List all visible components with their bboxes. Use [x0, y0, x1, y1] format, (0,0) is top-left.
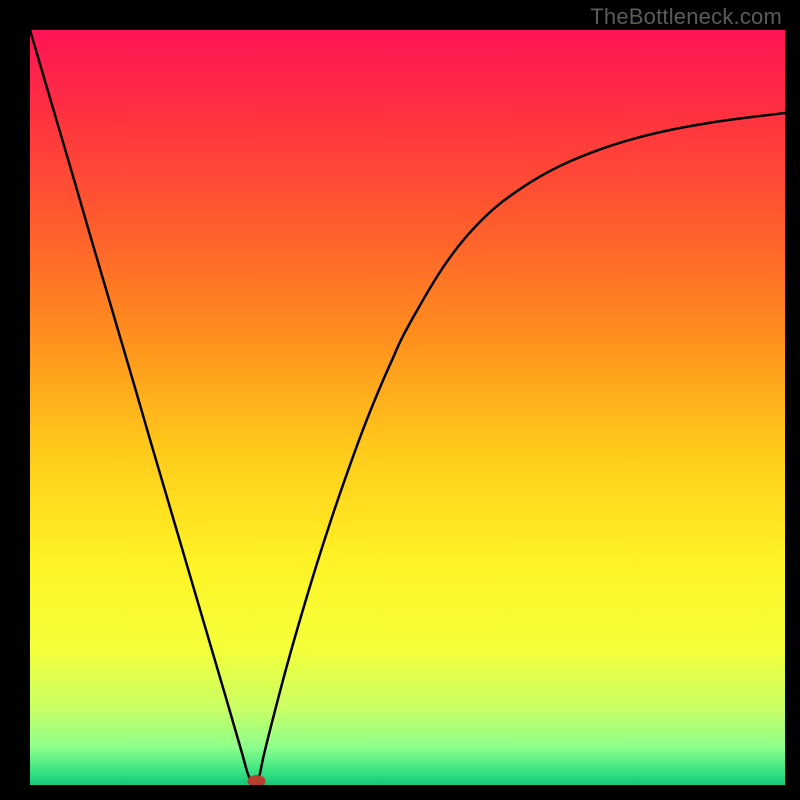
bottleneck-chart [30, 30, 785, 785]
watermark-text: TheBottleneck.com [590, 4, 782, 30]
chart-background [30, 30, 785, 785]
